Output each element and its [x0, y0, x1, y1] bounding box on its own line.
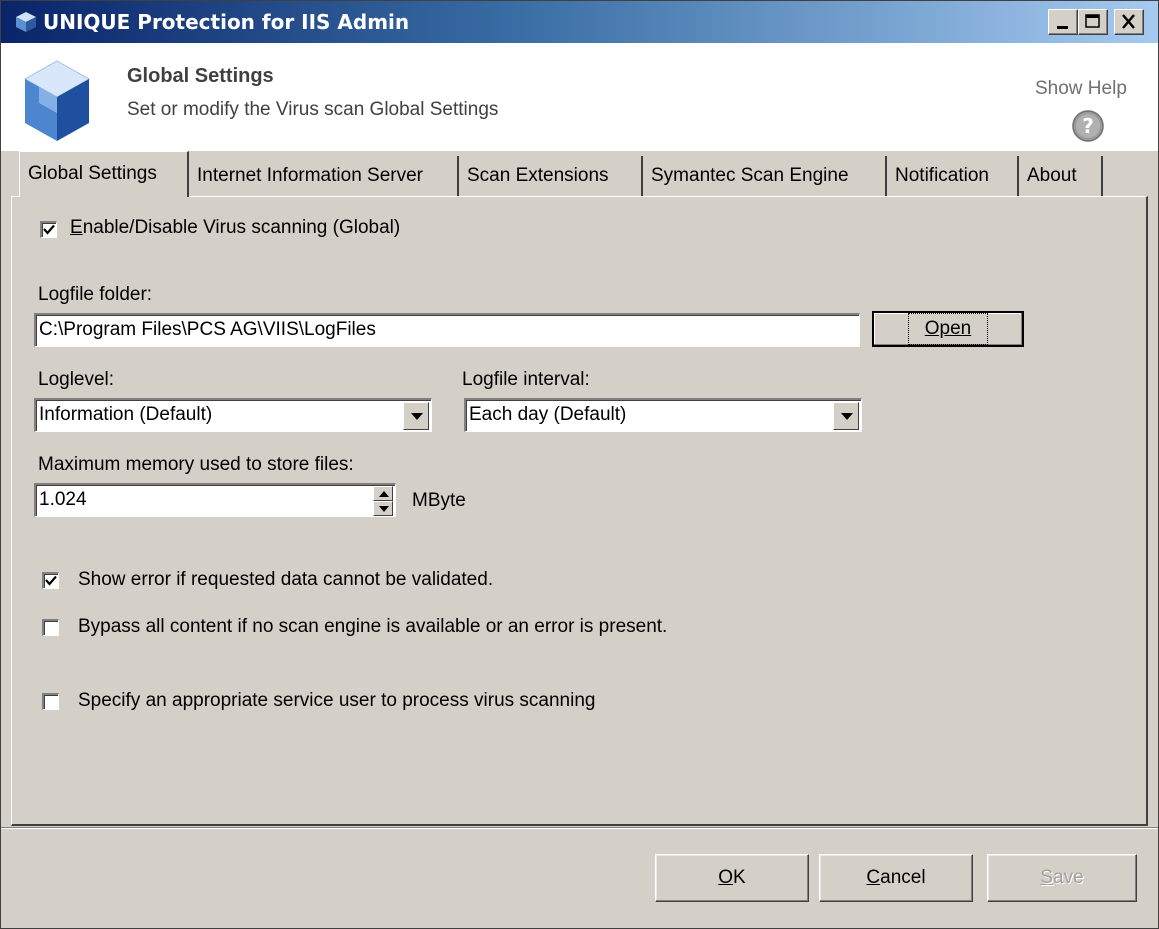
ok-text: K	[733, 867, 746, 888]
cancel-button[interactable]: Cancel	[819, 854, 973, 902]
page-title: Global Settings	[127, 65, 274, 87]
logfile-interval-label: Logfile interval:	[462, 369, 590, 390]
page-subtitle: Set or modify the Virus scan Global Sett…	[127, 99, 499, 120]
ok-accel: O	[718, 867, 734, 888]
logfile-folder-label: Logfile folder:	[38, 284, 153, 305]
enable-scanning-checkbox[interactable]	[40, 221, 57, 238]
maximize-icon	[1085, 14, 1100, 28]
loglevel-select[interactable]: Information (Default)	[34, 398, 432, 432]
checkmark-icon	[43, 224, 55, 235]
logfile-folder-input[interactable]: C:\Program Files\PCS AG\VIIS\LogFiles	[34, 313, 860, 347]
close-icon	[1122, 14, 1135, 29]
tab-about[interactable]: About	[1019, 156, 1103, 196]
app-logo-icon	[23, 60, 91, 141]
logfile-interval-value: Each day (Default)	[469, 404, 627, 425]
loglevel-dropdown-button[interactable]	[403, 402, 429, 430]
show-error-checkbox[interactable]	[42, 572, 59, 589]
loglevel-label: Loglevel:	[38, 369, 115, 390]
close-button[interactable]	[1114, 9, 1144, 35]
max-memory-label: Maximum memory used to store files:	[38, 454, 354, 475]
tab-notification[interactable]: Notification	[887, 156, 1019, 196]
cancel-text: ancel	[880, 867, 926, 888]
spin-down-icon	[379, 506, 389, 512]
enable-scanning-label[interactable]: Enable/Disable Virus scanning (Global)	[70, 217, 400, 239]
open-folder-button[interactable]: Open	[872, 311, 1024, 347]
tab-internet-information-server[interactable]: Internet Information Server	[189, 156, 459, 196]
checkmark-icon	[45, 575, 57, 586]
tab-scan-extensions[interactable]: Scan Extensions	[459, 156, 643, 196]
enable-scanning-accel: E	[70, 217, 83, 238]
window-title: UNIQUE Protection for IIS Admin	[43, 10, 410, 34]
maximize-button[interactable]	[1078, 9, 1108, 35]
bypass-content-label[interactable]: Bypass all content if no scan engine is …	[78, 616, 667, 638]
title-bar[interactable]: UNIQUE Protection for IIS Admin	[1, 1, 1158, 43]
page-header: Global Settings Set or modify the Virus …	[1, 43, 1158, 151]
spin-up-button[interactable]	[373, 486, 393, 501]
spin-down-button[interactable]	[373, 501, 393, 516]
enable-scanning-text: nable/Disable Virus scanning (Global)	[82, 217, 401, 238]
show-error-label[interactable]: Show error if requested data cannot be v…	[78, 569, 493, 591]
minimize-icon	[1057, 26, 1068, 29]
logfile-interval-dropdown-button[interactable]	[833, 402, 859, 430]
spin-up-icon	[379, 491, 389, 497]
svg-text:?: ?	[1082, 114, 1094, 138]
footer-separator	[1, 827, 1158, 829]
app-window: UNIQUE Protection for IIS Admin Global S…	[0, 0, 1159, 929]
bypass-content-checkbox[interactable]	[42, 619, 59, 636]
save-button[interactable]: Save	[987, 854, 1137, 902]
max-memory-unit: MByte	[412, 490, 466, 511]
logfile-interval-select[interactable]: Each day (Default)	[464, 398, 862, 432]
dropdown-arrow-icon	[841, 413, 853, 420]
dropdown-arrow-icon	[411, 413, 423, 420]
help-icon[interactable]: ?	[1071, 109, 1105, 143]
open-folder-label: Open	[907, 313, 989, 345]
tab-global-settings[interactable]: Global Settings	[19, 151, 189, 197]
ok-button[interactable]: OK	[655, 854, 809, 902]
open-folder-text: Open	[924, 318, 972, 339]
max-memory-spinner[interactable]: 1.024	[34, 483, 396, 517]
save-accel: S	[1040, 867, 1054, 888]
show-help-link[interactable]: Show Help	[1035, 78, 1127, 100]
loglevel-value: Information (Default)	[39, 404, 213, 425]
service-user-label[interactable]: Specify an appropriate service user to p…	[78, 690, 595, 712]
app-cube-icon	[16, 12, 36, 32]
cancel-accel: C	[866, 867, 881, 888]
service-user-checkbox[interactable]	[42, 693, 59, 710]
global-settings-panel: Enable/Disable Virus scanning (Global) L…	[11, 196, 1148, 826]
save-text: ave	[1053, 867, 1084, 888]
max-memory-value: 1.024	[39, 489, 87, 510]
minimize-button[interactable]	[1048, 9, 1078, 35]
tab-symantec-scan-engine[interactable]: Symantec Scan Engine	[643, 156, 887, 196]
